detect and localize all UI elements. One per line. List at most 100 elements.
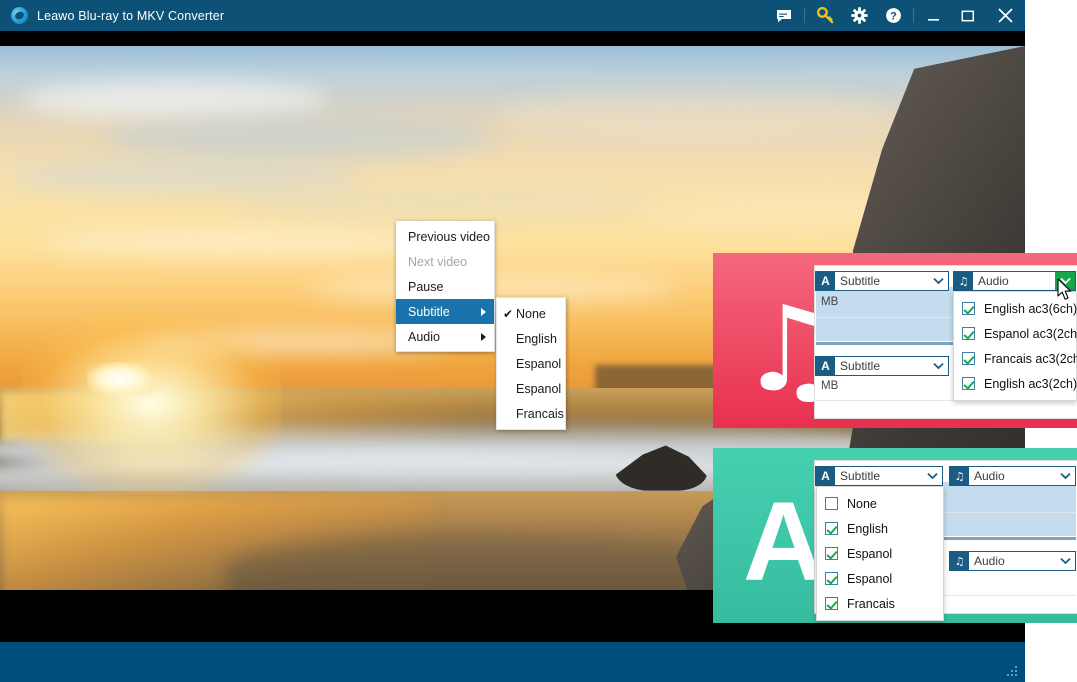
music-note-icon: ♫ [950,467,969,485]
letter-a-icon: A [816,272,835,290]
audio-option-espanol-2ch[interactable]: Espanol ac3(2ch) [954,321,1077,346]
audio-combo[interactable]: ♫ Audio [953,271,1076,291]
status-bar [0,642,1025,682]
checkbox-icon[interactable] [962,377,975,390]
audio-dropdown-list[interactable]: English ac3(6ch) Espanol ac3(2ch) Franca… [953,291,1077,401]
subtitle-option-label: Espanol [847,546,893,561]
subtitle-option-espanol-2[interactable]: Espanol [817,566,943,591]
audio-option-english-2ch[interactable]: English ac3(2ch) [954,371,1077,396]
chevron-down-icon[interactable] [1055,467,1075,485]
audio-option-label: English ac3(2ch) [984,376,1077,391]
row-size-label: MB [821,296,839,308]
context-menu-label: Next video [408,254,468,269]
gear-icon [850,7,868,24]
checkbox-icon[interactable] [825,547,838,560]
maximize-button[interactable] [951,0,985,31]
context-menu-label: Audio [408,329,440,344]
combo-label: Subtitle [840,274,881,288]
letterbox-top [0,31,1025,46]
checkbox-icon[interactable] [962,327,975,340]
context-menu-label: Previous video [408,229,490,244]
subtitle-option-francais[interactable]: Francais [817,591,943,616]
chevron-right-icon [481,332,486,341]
sun [87,362,154,397]
submenu-item-english[interactable]: English [497,326,565,351]
combo-label: Audio [974,554,1005,568]
checkbox-icon[interactable] [825,572,838,585]
row-size-label: MB [821,380,839,392]
submenu-label: Espanol [516,356,562,371]
chevron-down-icon[interactable] [1055,272,1075,290]
video-context-menu[interactable]: Previous video Next video Pause Subtitle… [396,221,495,352]
key-icon [816,7,834,24]
chevron-down-icon[interactable] [922,467,942,485]
chevron-down-icon[interactable] [928,272,948,290]
subtitle-option-none[interactable]: None [817,491,943,516]
submenu-item-espanol-1[interactable]: Espanol [497,351,565,376]
subtitle-combo-1[interactable]: A Subtitle [815,271,949,291]
window-title: Leawo Blu-ray to MKV Converter [37,8,225,23]
context-menu-item-pause[interactable]: Pause [396,274,494,299]
close-icon [997,8,1013,23]
chevron-down-icon[interactable] [928,357,948,375]
maximize-icon [961,10,975,21]
close-button[interactable] [985,0,1025,31]
submenu-item-espanol-2[interactable]: Espanol [497,376,565,401]
submenu-item-none[interactable]: ✔ None [497,301,565,326]
checkbox-icon[interactable] [962,302,975,315]
letter-a-icon: A [743,479,824,604]
title-bar-divider-2 [913,8,914,23]
title-bar-divider [804,8,805,23]
subtitle-submenu[interactable]: ✔ None English Espanol Espanol Francais [496,297,566,430]
music-note-icon: ♫ [950,552,969,570]
subtitle-option-espanol-1[interactable]: Espanol [817,541,943,566]
audio-option-english-6ch[interactable]: English ac3(6ch) [954,296,1077,321]
subtitle-option-english[interactable]: English [817,516,943,541]
audio-combo-2[interactable]: ♫ Audio [949,551,1076,571]
combo-label: Subtitle [840,469,881,483]
subtitle-dropdown-list[interactable]: None English Espanol Espanol Francais [816,486,944,621]
subtitle-option-label: Espanol [847,571,893,586]
context-menu-item-subtitle[interactable]: Subtitle [396,299,494,324]
subtitle-combo-2[interactable]: A Subtitle [815,356,949,376]
check-icon: ✔ [503,306,514,321]
minimize-icon [928,18,939,21]
subtitle-combo[interactable]: A Subtitle [815,466,943,486]
submenu-label: Espanol [516,381,562,396]
submenu-item-francais[interactable]: Francais [497,401,565,426]
letter-a-icon: A [816,357,835,375]
combo-label: Audio [974,469,1005,483]
minimize-button[interactable] [917,0,951,31]
context-menu-item-previous-video[interactable]: Previous video [396,224,494,249]
audio-option-label: Espanol ac3(2ch) [984,326,1077,341]
submenu-label: Francais [516,406,564,421]
register-button[interactable] [808,0,842,31]
app-logo-icon [11,7,28,24]
subtitle-option-label: Francais [847,596,895,611]
table-row[interactable] [816,401,1076,417]
combo-label: Audio [978,274,1009,288]
audio-option-label: English ac3(6ch) [984,301,1077,316]
context-menu-item-next-video: Next video [396,249,494,274]
checkbox-icon[interactable] [825,522,838,535]
music-note-icon: ♫ [954,272,973,290]
checkbox-icon[interactable] [825,597,838,610]
help-button[interactable]: ? [876,0,910,31]
chat-icon [777,9,791,22]
audio-combo-1[interactable]: ♫ Audio [949,466,1076,486]
help-icon: ? [885,8,901,23]
chevron-down-icon[interactable] [1055,552,1075,570]
feedback-button[interactable] [767,0,801,31]
settings-button[interactable] [842,0,876,31]
context-menu-label: Subtitle [408,304,450,319]
context-menu-label: Pause [408,279,444,294]
title-bar: Leawo Blu-ray to MKV Converter ? [0,0,1025,31]
context-menu-item-audio[interactable]: Audio [396,324,494,349]
submenu-label: None [516,306,546,321]
checkbox-icon[interactable] [825,497,838,510]
audio-option-francais-2ch[interactable]: Francais ac3(2ch) [954,346,1077,371]
resize-grip[interactable] [1007,666,1018,677]
checkbox-icon[interactable] [962,352,975,365]
chevron-right-icon [481,307,486,316]
combo-label: Subtitle [840,359,881,373]
